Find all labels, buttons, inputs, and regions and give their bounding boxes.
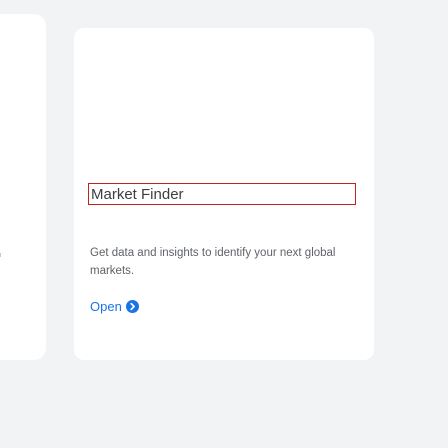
adjacent-card-partial[interactable]	[0, 14, 46, 360]
card-description: Get data and insights to identify your n…	[90, 247, 336, 277]
page: Market Finder Get data and insights to i…	[0, 0, 448, 448]
card-title-box: Market Finder	[88, 183, 356, 205]
open-link[interactable]: Open	[90, 299, 139, 314]
open-link-label: Open	[90, 299, 122, 314]
card-title: Market Finder	[91, 185, 184, 203]
edge-marker	[0, 253, 1, 257]
arrow-circle-icon	[125, 300, 139, 313]
